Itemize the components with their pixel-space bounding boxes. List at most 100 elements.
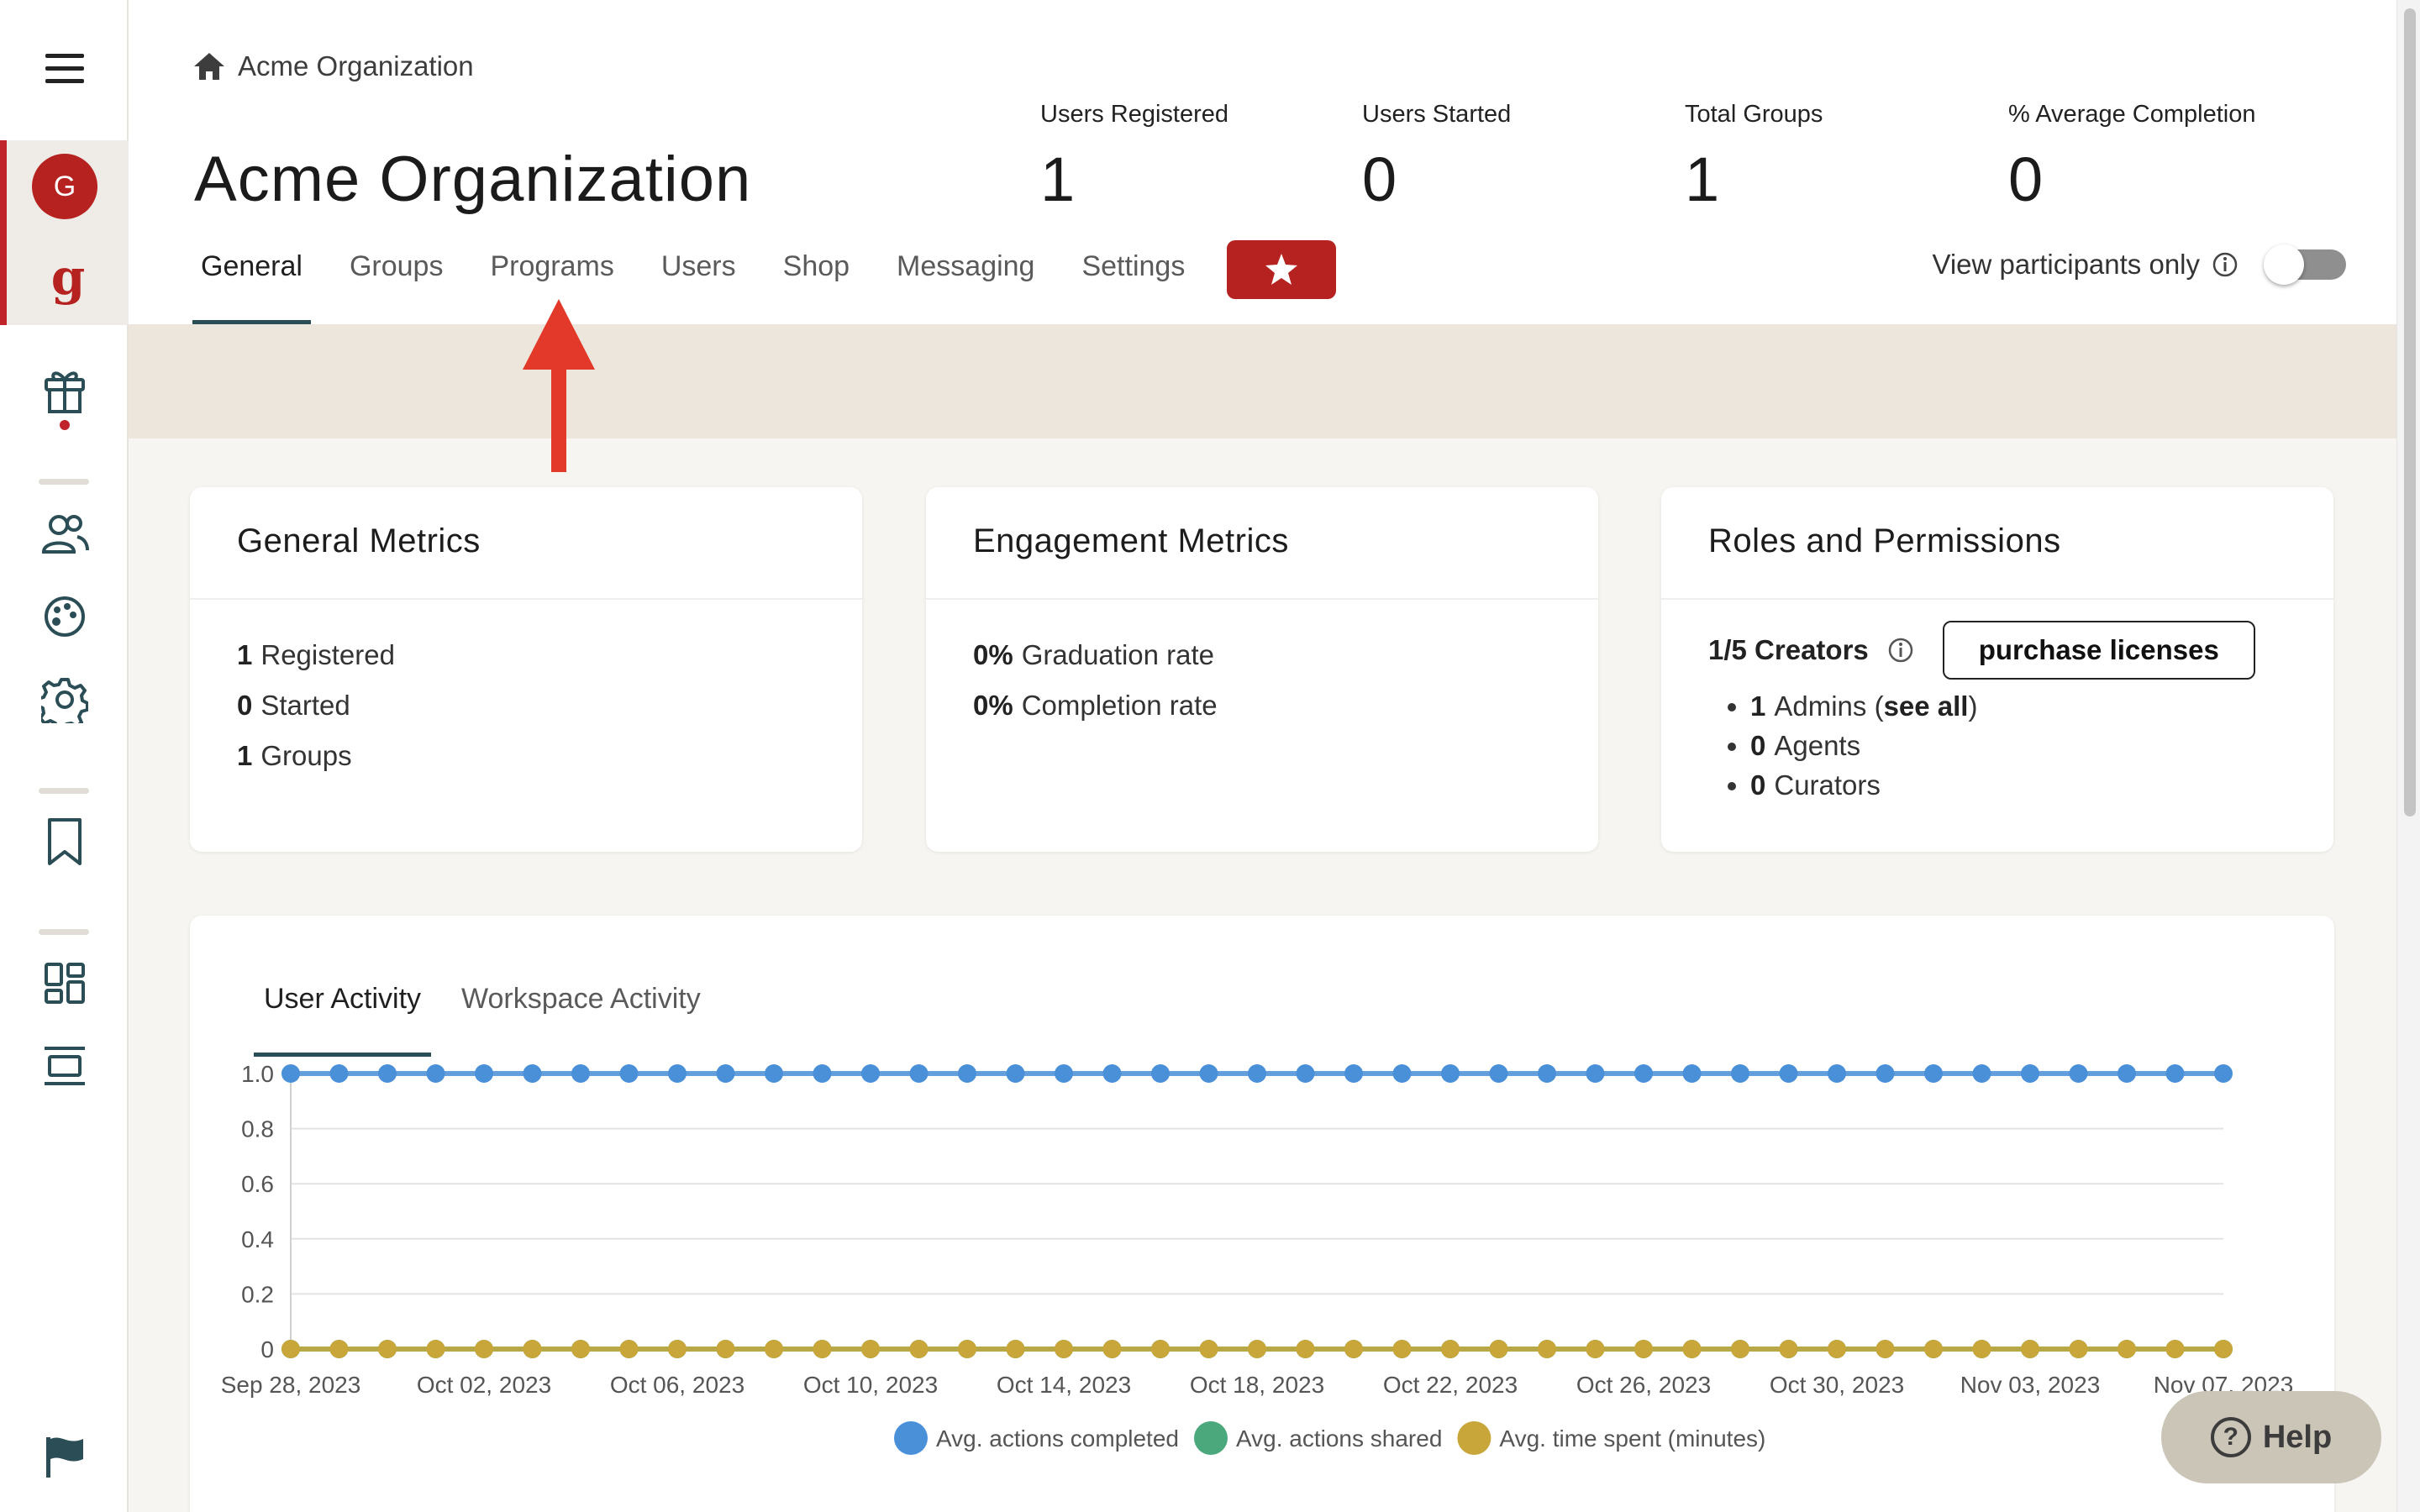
see-all-link[interactable]: see all	[1884, 690, 1969, 722]
activity-chart: 0 0.2 0.4 0.6 0.8 1.0 Sep 28, 2023 Oct 02, 2023…	[221, 1061, 2293, 1455]
data-point	[1006, 1340, 1025, 1358]
help-button[interactable]: ? Help	[2161, 1391, 2381, 1483]
x-tick-label: Oct 14, 2023	[997, 1372, 1131, 1398]
scrollbar-thumb[interactable]	[2404, 8, 2416, 816]
data-point	[281, 1064, 300, 1083]
flag-icon[interactable]	[0, 1433, 129, 1480]
data-point	[861, 1340, 880, 1358]
page-title: Acme Organization	[194, 144, 752, 215]
data-point	[1296, 1340, 1315, 1358]
data-point	[1634, 1340, 1653, 1358]
x-tick-label: Nov 03, 2023	[1960, 1372, 2101, 1398]
header-banner	[129, 324, 2396, 438]
data-point	[1102, 1064, 1122, 1083]
data-point	[1731, 1064, 1749, 1083]
scrollbar[interactable]	[2396, 0, 2420, 1512]
creators-count: 1/5 Creators	[1708, 634, 1869, 665]
data-point	[1876, 1064, 1895, 1083]
stat-total-groups: Total Groups 1	[1685, 101, 1823, 215]
data-point	[1344, 1340, 1363, 1358]
data-point	[1248, 1064, 1266, 1083]
data-point	[1006, 1064, 1025, 1083]
menu-icon[interactable]	[0, 44, 129, 94]
tab-shop[interactable]: Shop	[775, 245, 858, 324]
metric-value: 1	[237, 740, 253, 771]
info-icon[interactable]	[2212, 251, 2238, 278]
stat-label: % Average Completion	[2008, 101, 2256, 128]
data-point	[281, 1340, 300, 1358]
data-point	[1392, 1064, 1412, 1083]
breadcrumb[interactable]: Acme Organization	[192, 50, 474, 82]
avatar[interactable]: G	[32, 154, 97, 219]
toggle-knob	[2264, 244, 2304, 285]
creators-line: 1/5 Creators purchase licenses	[1708, 621, 2286, 680]
data-point	[1441, 1064, 1460, 1083]
x-tick-label: Oct 10, 2023	[803, 1372, 938, 1398]
data-point	[2165, 1340, 2185, 1358]
stat-value: 0	[1362, 144, 1397, 214]
stat-label: Total Groups	[1685, 101, 1823, 128]
metric-row: 0 Started	[237, 680, 815, 731]
arrow-up-icon	[523, 299, 595, 472]
data-point	[861, 1064, 880, 1083]
data-point	[426, 1340, 445, 1358]
x-tick-label: Oct 02, 2023	[417, 1372, 551, 1398]
account-switcher: G g	[0, 140, 129, 325]
tab-settings[interactable]: Settings	[1073, 245, 1193, 324]
data-point	[2118, 1064, 2136, 1083]
metric-label: Groups	[260, 740, 352, 771]
data-point	[1055, 1064, 1073, 1083]
data-point	[1924, 1064, 1943, 1083]
legend-label: Avg. actions completed	[936, 1425, 1179, 1452]
gear-icon[interactable]	[0, 675, 129, 724]
data-point	[1779, 1340, 1798, 1358]
home-icon	[194, 53, 224, 80]
general-metrics-card: General Metrics 1 Registered 0 Started 1 Gr…	[190, 487, 862, 852]
x-tick-label: Oct 30, 2023	[1770, 1372, 1904, 1398]
stat-label: Users Registered	[1040, 101, 1229, 128]
view-participants-toggle[interactable]	[2264, 244, 2346, 285]
purchase-licenses-button[interactable]: purchase licenses	[1942, 621, 2255, 680]
data-point	[1151, 1340, 1170, 1358]
data-point	[1489, 1340, 1508, 1358]
info-icon[interactable]	[1887, 637, 1914, 664]
favorite-button[interactable]	[1227, 240, 1337, 299]
palette-icon[interactable]	[0, 593, 129, 640]
tab-general[interactable]: General	[192, 245, 311, 324]
data-point	[619, 1064, 639, 1083]
y-tick-label: 1.0	[241, 1061, 274, 1087]
metric-value: 0%	[973, 690, 1013, 721]
data-point	[1102, 1340, 1122, 1358]
bookmark-icon[interactable]	[0, 815, 129, 869]
data-point	[1682, 1340, 1702, 1358]
dashboard-icon[interactable]	[0, 959, 129, 1008]
tab-groups[interactable]: Groups	[341, 245, 452, 324]
breadcrumb-label[interactable]: Acme Organization	[238, 50, 474, 82]
data-point	[1151, 1064, 1170, 1083]
list-item: 0Curators	[1750, 769, 2286, 809]
roles-permissions-card: Roles and Permissions 1/5 Creators purch…	[1661, 487, 2333, 852]
tab-messaging[interactable]: Messaging	[888, 245, 1043, 324]
view-participants-label: View participants only	[1932, 249, 2200, 280]
legend-label: Avg. actions shared	[1236, 1425, 1442, 1452]
data-point	[1248, 1340, 1266, 1358]
data-point	[1972, 1340, 1991, 1358]
data-point	[1972, 1064, 1991, 1083]
data-point	[523, 1064, 542, 1083]
org-avatar[interactable]: G	[32, 154, 97, 219]
data-point	[909, 1064, 929, 1083]
metric-label: Registered	[260, 639, 395, 670]
data-point	[958, 1064, 976, 1083]
stat-average-completion: % Average Completion 0	[2008, 101, 2255, 215]
stat-value: 1	[1685, 144, 1720, 214]
metric-row: 1 Groups	[237, 731, 815, 781]
data-point	[2214, 1340, 2233, 1358]
role-label: Curators	[1774, 769, 1881, 801]
brand-logo-icon[interactable]: g	[44, 248, 92, 307]
tab-users[interactable]: Users	[653, 245, 744, 324]
layout-icon[interactable]	[0, 1042, 129, 1090]
data-point	[1344, 1064, 1363, 1083]
data-point	[1392, 1340, 1412, 1358]
users-icon[interactable]	[0, 511, 129, 558]
gift-icon[interactable]	[0, 366, 129, 433]
